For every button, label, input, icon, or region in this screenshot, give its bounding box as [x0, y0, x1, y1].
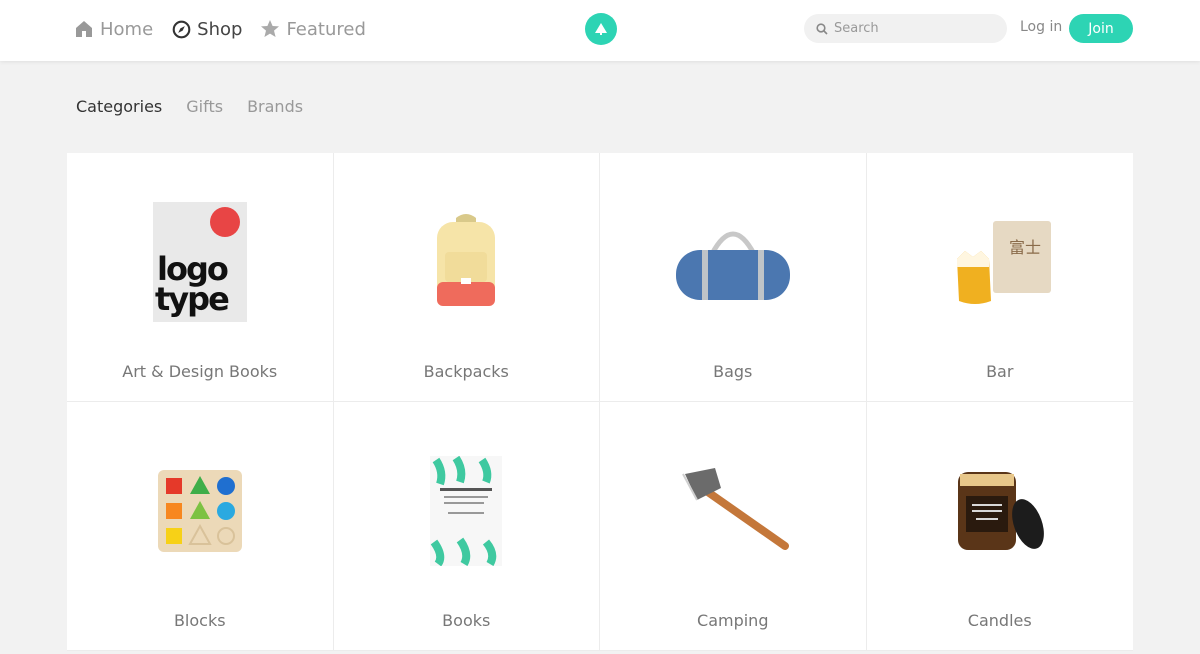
- nav-shop[interactable]: Shop: [171, 19, 242, 40]
- category-label: Books: [442, 611, 491, 630]
- category-label: Backpacks: [423, 362, 509, 381]
- nav-featured-label: Featured: [286, 18, 366, 40]
- category-label: Bags: [713, 362, 753, 381]
- svg-text:type: type: [155, 280, 229, 318]
- category-grid: logo type Art & Design Books Backpacks B…: [67, 153, 1133, 651]
- category-card[interactable]: 富士 Bar: [866, 153, 1133, 402]
- category-tabs: Categories Gifts Brands: [76, 97, 327, 116]
- category-image-books: [401, 446, 531, 576]
- search-box[interactable]: [804, 14, 1007, 43]
- category-card[interactable]: Books: [333, 402, 600, 651]
- tab-categories[interactable]: Categories: [76, 97, 162, 116]
- tab-gifts[interactable]: Gifts: [186, 97, 223, 116]
- main-nav: Home Shop Featured: [74, 0, 384, 58]
- svg-text:富士: 富士: [1009, 238, 1041, 257]
- search-input[interactable]: [834, 21, 994, 36]
- nav-home[interactable]: Home: [74, 19, 153, 40]
- category-label: Bar: [986, 362, 1014, 381]
- category-label: Candles: [967, 611, 1032, 630]
- category-label: Blocks: [173, 611, 226, 630]
- category-image-bar: 富士: [935, 197, 1065, 327]
- star-icon: [260, 19, 280, 39]
- login-link[interactable]: Log in: [1020, 19, 1062, 35]
- category-image-book: logo type: [135, 197, 265, 327]
- brand-logo[interactable]: [585, 13, 617, 45]
- category-card[interactable]: Blocks: [67, 402, 334, 651]
- compass-icon: [171, 19, 191, 39]
- category-label: Art & Design Books: [122, 362, 278, 381]
- category-card[interactable]: Bags: [600, 153, 867, 402]
- search-icon: [816, 22, 828, 35]
- category-card[interactable]: Candles: [866, 402, 1133, 651]
- nav-home-label: Home: [100, 18, 154, 40]
- tree-icon: [595, 23, 607, 35]
- nav-featured[interactable]: Featured: [260, 18, 366, 40]
- category-image-candle: [935, 446, 1065, 576]
- join-button[interactable]: Join: [1069, 14, 1133, 43]
- category-image-backpack: [401, 197, 531, 327]
- top-header: Home Shop Featured Log in Join: [0, 0, 1200, 61]
- category-card[interactable]: Camping: [600, 402, 867, 651]
- tab-brands[interactable]: Brands: [247, 97, 303, 116]
- category-image-axe: [668, 446, 798, 576]
- category-card[interactable]: logo type Art & Design Books: [67, 153, 334, 402]
- category-label: Camping: [697, 611, 769, 630]
- home-icon: [74, 19, 94, 39]
- category-image-duffel: [668, 197, 798, 327]
- category-card[interactable]: Backpacks: [333, 153, 600, 402]
- nav-shop-label: Shop: [197, 18, 243, 40]
- category-image-blocks: [135, 446, 265, 576]
